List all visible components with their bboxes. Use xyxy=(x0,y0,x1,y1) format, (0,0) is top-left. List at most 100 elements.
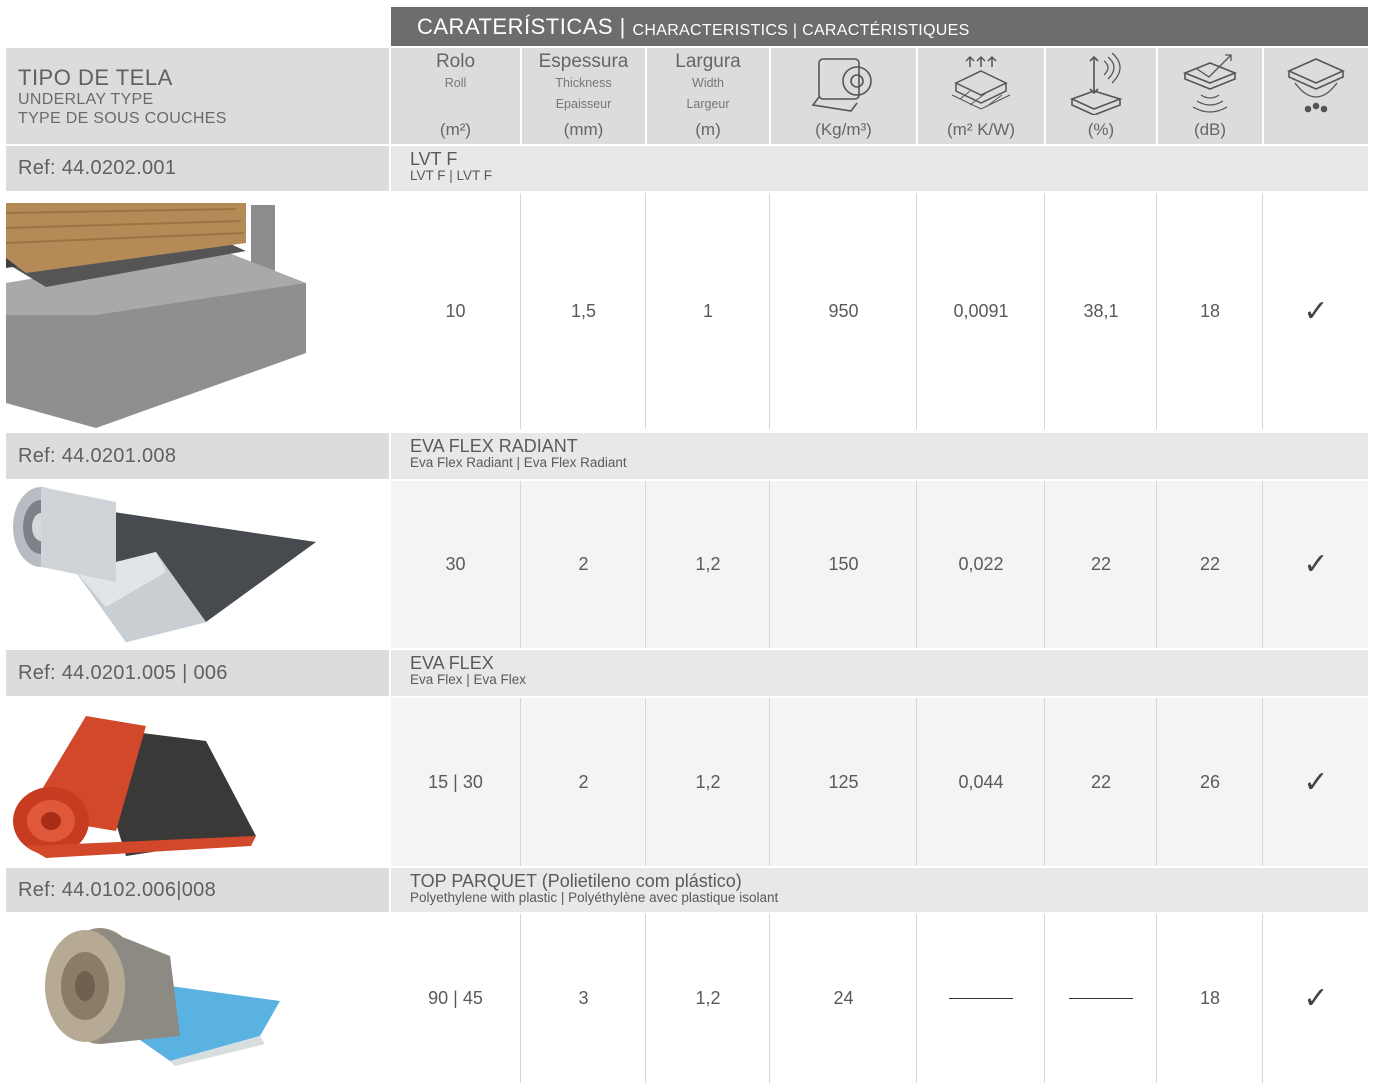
column-divider xyxy=(1156,914,1157,1083)
column-divider xyxy=(520,481,521,648)
value-width: 1,2 xyxy=(695,771,721,792)
column-divider xyxy=(1044,698,1045,866)
check-icon: ✓ xyxy=(1303,294,1329,328)
column-divider xyxy=(520,193,521,429)
header-type-pt: TIPO DE TELA xyxy=(18,65,173,90)
column-divider xyxy=(1156,698,1157,866)
dash-icon xyxy=(949,998,1013,999)
column-divider xyxy=(1156,481,1157,648)
value-thermal: 0,044 xyxy=(958,771,1004,792)
column-divider xyxy=(1262,193,1263,429)
value-compression-none xyxy=(1046,914,1156,1083)
roll-density-icon xyxy=(811,58,872,112)
thermal-resistance-icon xyxy=(951,55,1011,110)
col-header-width: Largura Width Largeur (m) xyxy=(647,48,769,144)
banner-title-pt: CARATERÍSTICAS xyxy=(417,14,614,39)
value-density: 950 xyxy=(828,300,859,321)
banner-separator-2: | xyxy=(788,22,803,39)
value-density: 24 xyxy=(833,988,854,1008)
column-divider xyxy=(1156,193,1157,429)
value-compression: 38,1 xyxy=(1083,300,1119,321)
banner-title-fr: CARACTÉRISTIQUES xyxy=(802,22,970,39)
characteristics-banner: CARATERÍSTICAS | CHARACTERISTICS | CARAC… xyxy=(391,7,1368,46)
sound-reduction-icon xyxy=(1182,54,1238,113)
floor-section-image xyxy=(6,203,306,428)
value-roll: 15 | 30 xyxy=(428,771,483,792)
col-roll-en: Roll xyxy=(444,76,467,90)
underlay-type-header: TIPO DE TELA UNDERLAY TYPE TYPE DE SOUS … xyxy=(6,48,389,144)
column-divider xyxy=(769,481,770,648)
column-divider xyxy=(520,698,521,866)
header-type-en: UNDERLAY TYPE xyxy=(18,91,154,108)
blue-roll-image xyxy=(45,928,280,1066)
check-icon: ✓ xyxy=(1303,765,1329,799)
product-ref: Ref: 44.0201.008 xyxy=(6,433,389,479)
col-header-density: (Kg/m³) xyxy=(771,48,916,144)
column-divider xyxy=(1262,481,1263,648)
product-name-cell: EVA FLEX RADIANT Eva Flex Radiant | Eva … xyxy=(391,433,1368,479)
col-thermal-unit: (m² K/W) xyxy=(947,120,1015,139)
product-subname: Eva Flex Radiant | Eva Flex Radiant xyxy=(410,455,627,470)
product-name: EVA FLEX xyxy=(410,653,494,673)
column-divider xyxy=(645,914,646,1083)
col-thickness-pt: Espessura xyxy=(538,51,629,72)
column-divider xyxy=(645,698,646,866)
col-header-moisture xyxy=(1264,48,1368,144)
col-header-sound: (dB) xyxy=(1158,48,1262,144)
compression-icon xyxy=(1069,52,1123,116)
col-thickness-en: Thickness xyxy=(555,76,612,90)
value-thermal: 0,0091 xyxy=(953,300,1009,321)
value-width: 1,2 xyxy=(695,988,721,1008)
col-roll-unit: (m²) xyxy=(439,120,472,139)
col-width-unit: (m) xyxy=(695,120,721,139)
column-divider xyxy=(916,481,917,648)
column-divider xyxy=(520,914,521,1083)
dash-icon xyxy=(1069,998,1133,999)
value-width: 1 xyxy=(702,300,713,321)
banner-separator: | xyxy=(613,14,633,39)
column-divider xyxy=(916,698,917,866)
product-subname: Polyethylene with plastic | Polyéthylène… xyxy=(410,890,779,905)
product-name: LVT F xyxy=(410,149,458,169)
column-divider xyxy=(769,914,770,1083)
check-icon: ✓ xyxy=(1303,548,1329,581)
product-ref: Ref: 44.0202.001 xyxy=(6,146,389,191)
header-type-fr: TYPE DE SOUS COUCHES xyxy=(18,110,227,127)
product-subname: LVT F | LVT F xyxy=(410,168,493,183)
banner-title-en: CHARACTERISTICS xyxy=(632,22,789,39)
value-thickness: 2 xyxy=(578,554,589,574)
col-thickness-unit: (mm) xyxy=(563,120,604,139)
product-name: TOP PARQUET (Polietileno com plástico) xyxy=(410,871,742,891)
red-roll-image xyxy=(13,716,256,858)
column-divider xyxy=(1262,914,1263,1083)
column-divider xyxy=(769,698,770,866)
col-header-thermal: (m² K/W) xyxy=(918,48,1044,144)
product-name-cell: TOP PARQUET (Polietileno com plástico) P… xyxy=(391,868,1368,912)
col-compression-unit: (%) xyxy=(1087,120,1115,139)
value-sound: 22 xyxy=(1199,554,1221,574)
value-thickness: 2 xyxy=(578,771,589,792)
col-header-roll: Rolo Roll (m²) xyxy=(391,48,520,144)
col-width-pt: Largura xyxy=(675,51,741,72)
silver-roll-image xyxy=(13,487,316,642)
product-ref: Ref: 44.0201.005 | 006 xyxy=(6,650,389,696)
moisture-barrier-icon xyxy=(1287,58,1345,113)
col-header-thickness: Espessura Thickness Epaisseur (mm) xyxy=(522,48,645,144)
value-roll: 10 xyxy=(445,300,466,321)
value-sound: 18 xyxy=(1199,300,1221,321)
value-thermal: 0,022 xyxy=(958,554,1004,574)
product-name: EVA FLEX RADIANT xyxy=(410,436,578,456)
col-sound-unit: (dB) xyxy=(1193,120,1227,139)
column-divider xyxy=(916,914,917,1083)
product-ref: Ref: 44.0102.006|008 xyxy=(6,868,389,912)
product-name-cell: EVA FLEX Eva Flex | Eva Flex xyxy=(391,650,1368,696)
product-subname: Eva Flex | Eva Flex xyxy=(410,672,527,687)
value-sound: 18 xyxy=(1199,988,1221,1008)
col-header-compression: (%) xyxy=(1046,48,1156,144)
column-divider xyxy=(1262,698,1263,866)
column-divider xyxy=(1044,193,1045,429)
column-divider xyxy=(916,193,917,429)
column-divider xyxy=(645,193,646,429)
value-density: 125 xyxy=(828,771,859,792)
value-density: 150 xyxy=(828,554,859,574)
